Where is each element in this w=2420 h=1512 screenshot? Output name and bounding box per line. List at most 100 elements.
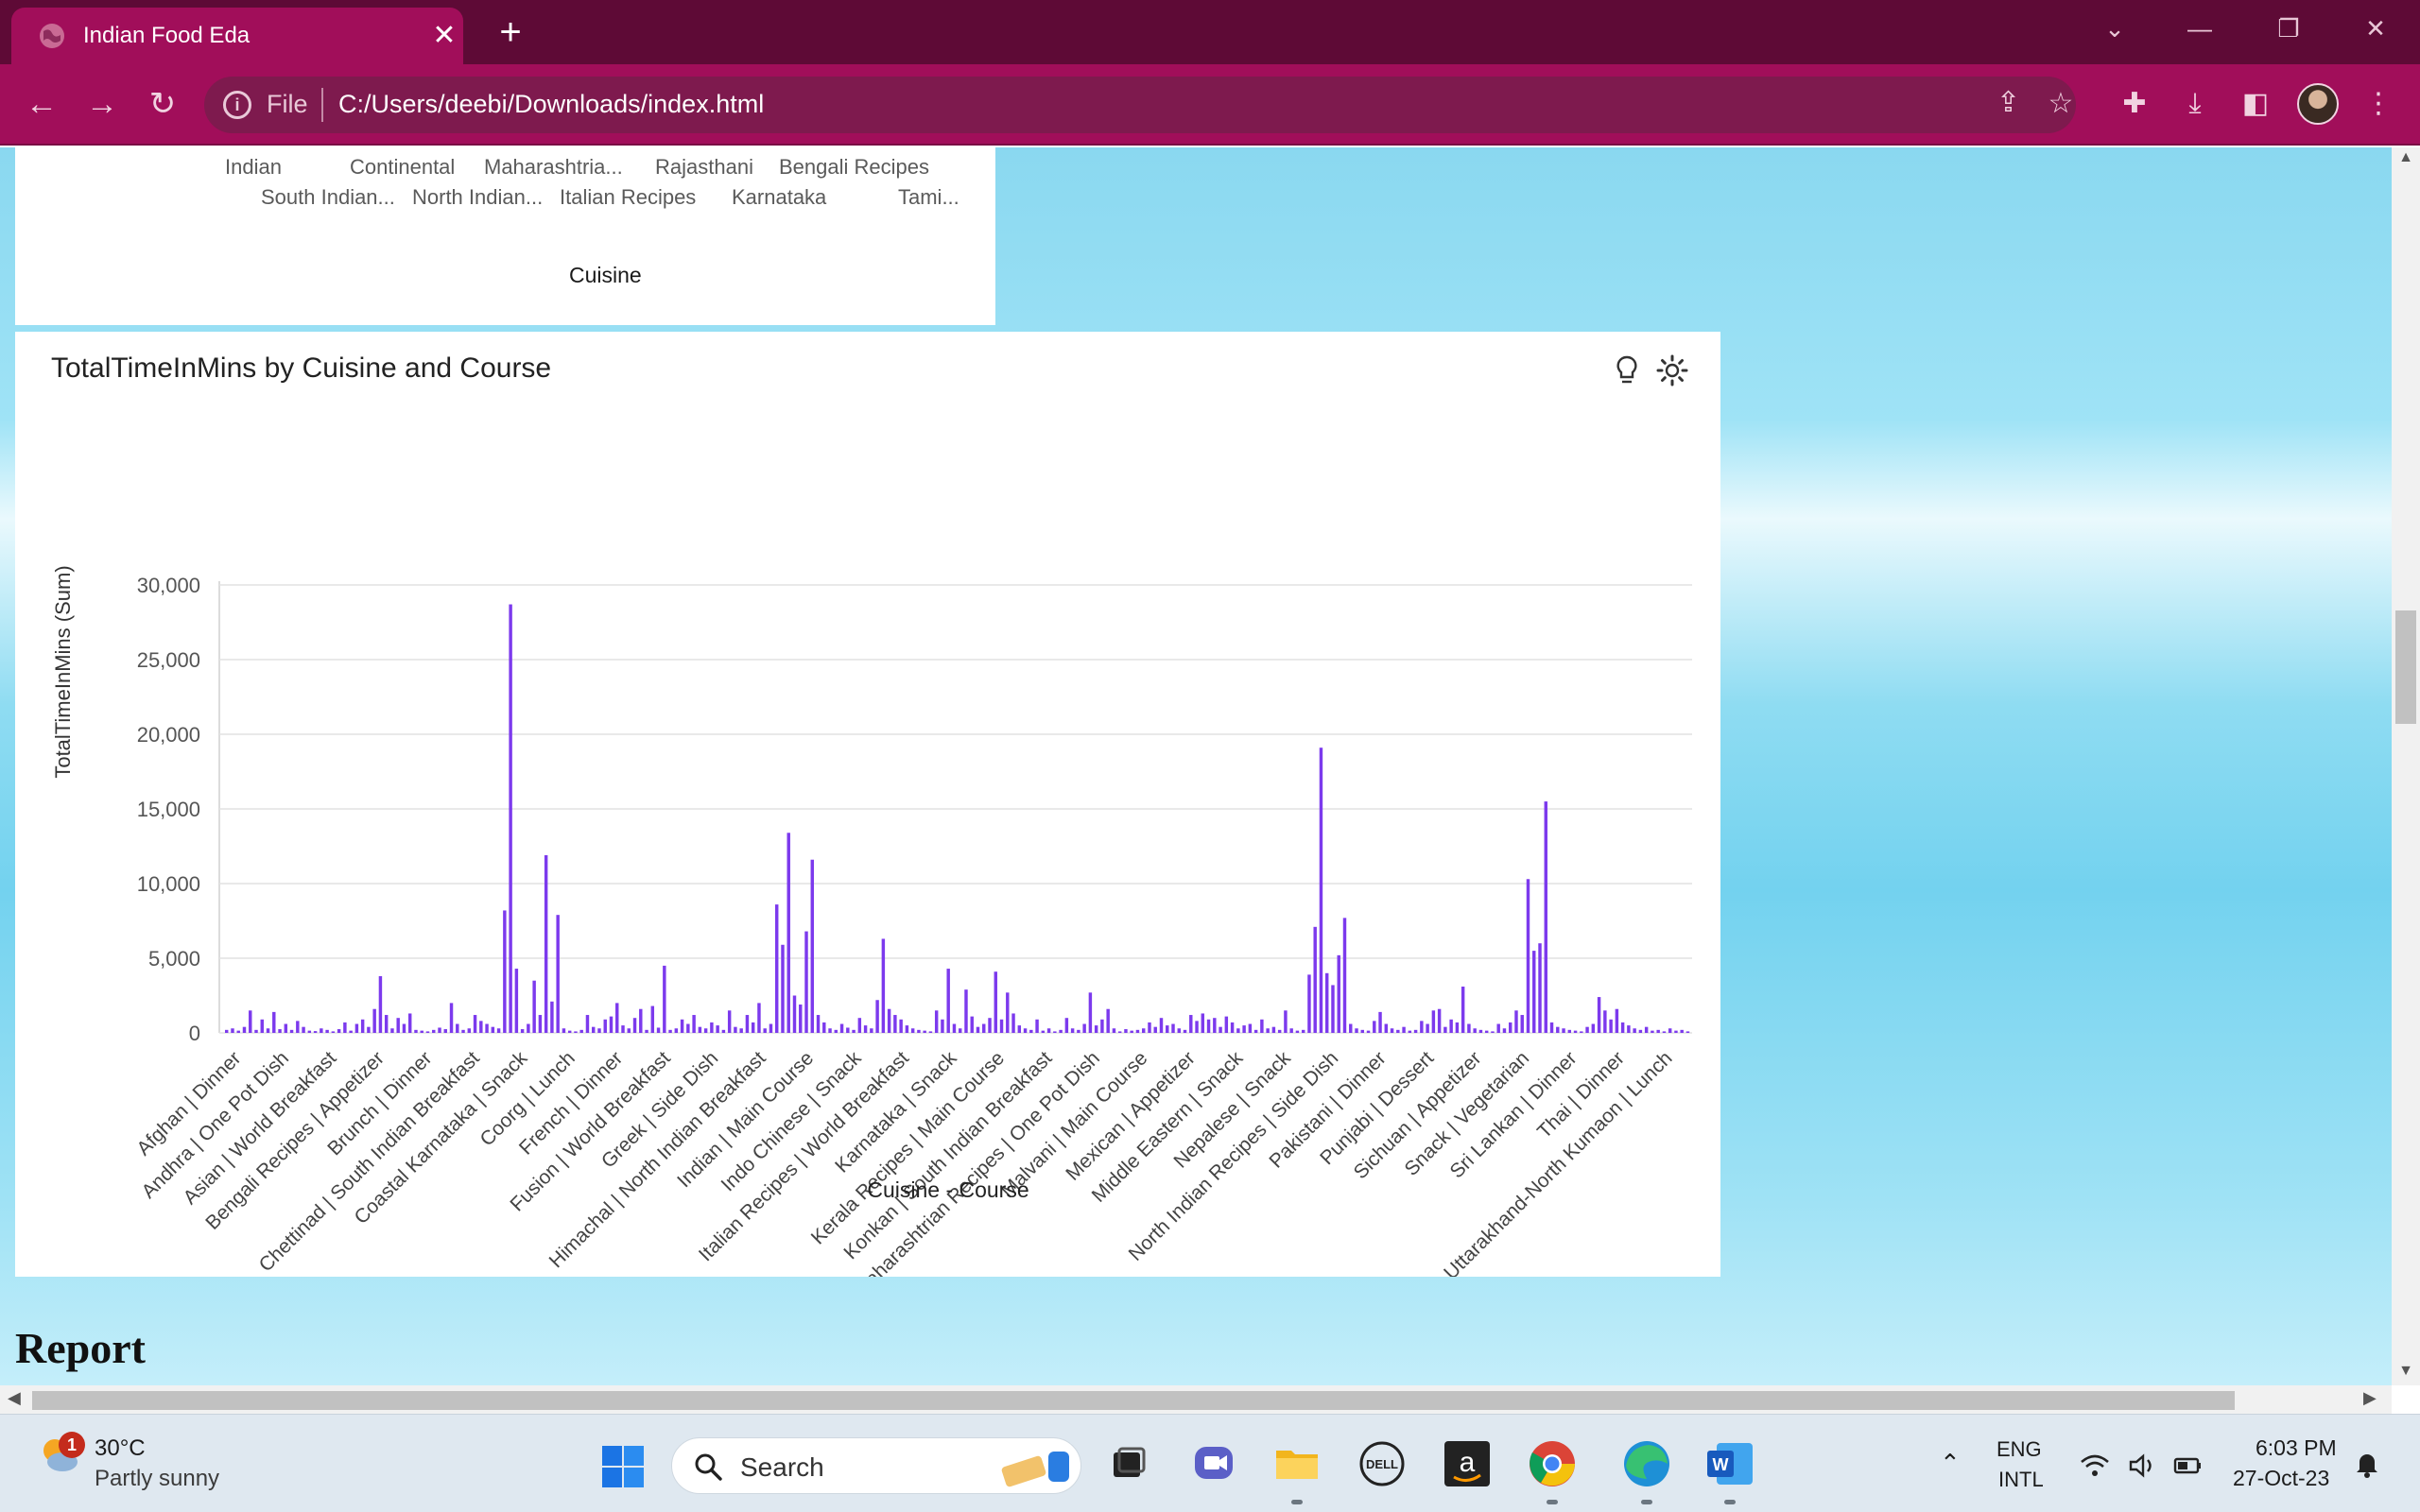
chart-bar[interactable] — [1685, 1031, 1690, 1033]
chart-bar[interactable] — [1413, 1029, 1418, 1033]
taskbar-search[interactable]: Search — [671, 1437, 1081, 1494]
chart-bar[interactable] — [1573, 1030, 1578, 1033]
chart-bar[interactable] — [994, 971, 997, 1033]
chart-bar[interactable] — [372, 1008, 376, 1033]
site-info-icon[interactable]: i — [223, 91, 251, 119]
chart-bar[interactable] — [331, 1031, 336, 1033]
chart-bar[interactable] — [1615, 1008, 1619, 1033]
chart-bar[interactable] — [870, 1028, 873, 1033]
task-view-icon[interactable] — [1102, 1437, 1155, 1490]
chart-bar[interactable] — [354, 1023, 359, 1033]
chart-bar[interactable] — [408, 1013, 412, 1033]
chart-bar[interactable] — [272, 1011, 276, 1033]
chart-bar[interactable] — [716, 1025, 719, 1033]
volume-icon[interactable] — [2127, 1451, 2157, 1481]
chart-bar[interactable] — [881, 938, 886, 1033]
download-icon[interactable]: ⤓ — [2174, 83, 2216, 125]
chart-bar[interactable] — [242, 1026, 247, 1033]
chart-bar[interactable] — [1467, 1023, 1471, 1033]
chart-bar[interactable] — [1461, 987, 1465, 1033]
chart-bar[interactable] — [491, 1026, 495, 1033]
chart-bar[interactable] — [1390, 1028, 1394, 1033]
chart-bar[interactable] — [503, 910, 507, 1033]
scroll-right-icon[interactable]: ▶ — [2363, 1388, 2377, 1408]
chart-bar[interactable] — [656, 1027, 661, 1033]
chart-bar[interactable] — [946, 969, 950, 1033]
chart-bar[interactable] — [1230, 1022, 1235, 1033]
chart-bar[interactable] — [1580, 1031, 1583, 1033]
chart-bar[interactable] — [1224, 1016, 1229, 1033]
chart-bar[interactable] — [1077, 1029, 1080, 1033]
chart-bar[interactable] — [1443, 1026, 1447, 1033]
chart-bar[interactable] — [727, 1010, 732, 1033]
address-url[interactable]: C:/Users/deebi/Downloads/index.html — [338, 90, 764, 119]
chart-bar[interactable] — [1206, 1019, 1211, 1033]
chart-bar[interactable] — [296, 1021, 300, 1033]
chart-bar[interactable] — [1177, 1028, 1181, 1033]
chart-bar[interactable] — [734, 1026, 737, 1033]
chart-bar[interactable] — [1651, 1030, 1654, 1033]
chart-bar[interactable] — [443, 1029, 447, 1033]
notification-bell-icon[interactable] — [2352, 1449, 2382, 1479]
chart-bar[interactable] — [1597, 997, 1601, 1033]
chart-bar[interactable] — [1633, 1028, 1636, 1033]
chart-bar[interactable] — [1509, 1022, 1512, 1033]
chart-bar[interactable] — [556, 915, 560, 1033]
chart-bar[interactable] — [703, 1028, 708, 1033]
chart-bar[interactable] — [1473, 1028, 1477, 1033]
chart-bar[interactable] — [425, 1031, 430, 1033]
chart-bar[interactable] — [313, 1031, 318, 1033]
chart-bar[interactable] — [899, 1019, 903, 1033]
chart-bar[interactable] — [1532, 951, 1536, 1033]
chart-bar[interactable] — [1620, 1022, 1625, 1033]
chart-bar[interactable] — [532, 980, 536, 1033]
chart-bar[interactable] — [1289, 1028, 1293, 1033]
battery-icon[interactable] — [2172, 1451, 2203, 1481]
chart-bar[interactable] — [360, 1019, 365, 1033]
chart-bar[interactable] — [1526, 879, 1530, 1033]
chart-bar[interactable] — [632, 1018, 637, 1033]
chart-bar[interactable] — [402, 1023, 406, 1033]
chart-bar[interactable] — [668, 1029, 672, 1033]
chart-bar[interactable] — [579, 1029, 583, 1033]
chart-bar[interactable] — [479, 1021, 483, 1033]
edge-icon[interactable] — [1620, 1437, 1673, 1490]
tray-overflow-chevron-icon[interactable]: ⌃ — [1940, 1449, 1961, 1478]
chart-bar[interactable] — [692, 1015, 696, 1033]
chart-bar[interactable] — [792, 995, 797, 1034]
chart-bar[interactable] — [1502, 1028, 1507, 1033]
chart-bar[interactable] — [1360, 1029, 1364, 1033]
chart-bar[interactable] — [959, 1028, 962, 1033]
chart-bar[interactable] — [786, 833, 790, 1033]
chart-bar[interactable] — [941, 1019, 944, 1033]
chart-bar[interactable] — [893, 1015, 897, 1033]
chart-bar[interactable] — [1117, 1031, 1122, 1033]
chart-bar[interactable] — [1183, 1029, 1187, 1033]
chart-bar[interactable] — [917, 1029, 921, 1033]
chart-bar[interactable] — [1064, 1018, 1069, 1033]
clock-date[interactable]: 27-Oct-23 — [2233, 1466, 2329, 1491]
chart-bar[interactable] — [343, 1022, 347, 1033]
chart-bar[interactable] — [976, 1026, 980, 1033]
chart-bar[interactable] — [988, 1018, 992, 1033]
scroll-up-icon[interactable]: ▲ — [2392, 149, 2420, 166]
chart-bar[interactable] — [1449, 1019, 1453, 1033]
chart-bar[interactable] — [928, 1031, 933, 1033]
chart-bar[interactable] — [438, 1027, 441, 1033]
chart-bar[interactable] — [302, 1026, 305, 1033]
chart-bar[interactable] — [1301, 1029, 1305, 1033]
chart-bar[interactable] — [999, 1019, 1004, 1033]
chart-bar[interactable] — [1342, 918, 1347, 1033]
chart-bar[interactable] — [863, 1025, 868, 1033]
chart-bar[interactable] — [1325, 972, 1329, 1033]
chart-bar[interactable] — [1219, 1026, 1222, 1033]
word-icon[interactable]: W — [1703, 1437, 1756, 1490]
chart-bar[interactable] — [839, 1023, 844, 1033]
chart-bar[interactable] — [538, 1015, 543, 1033]
chrome-icon[interactable] — [1526, 1437, 1579, 1490]
chart-bar[interactable] — [1331, 985, 1335, 1033]
chart-bar[interactable] — [567, 1030, 572, 1033]
chart-bar[interactable] — [1396, 1029, 1400, 1033]
chart-bar[interactable] — [822, 1022, 826, 1033]
chart-bar[interactable] — [1366, 1030, 1371, 1033]
